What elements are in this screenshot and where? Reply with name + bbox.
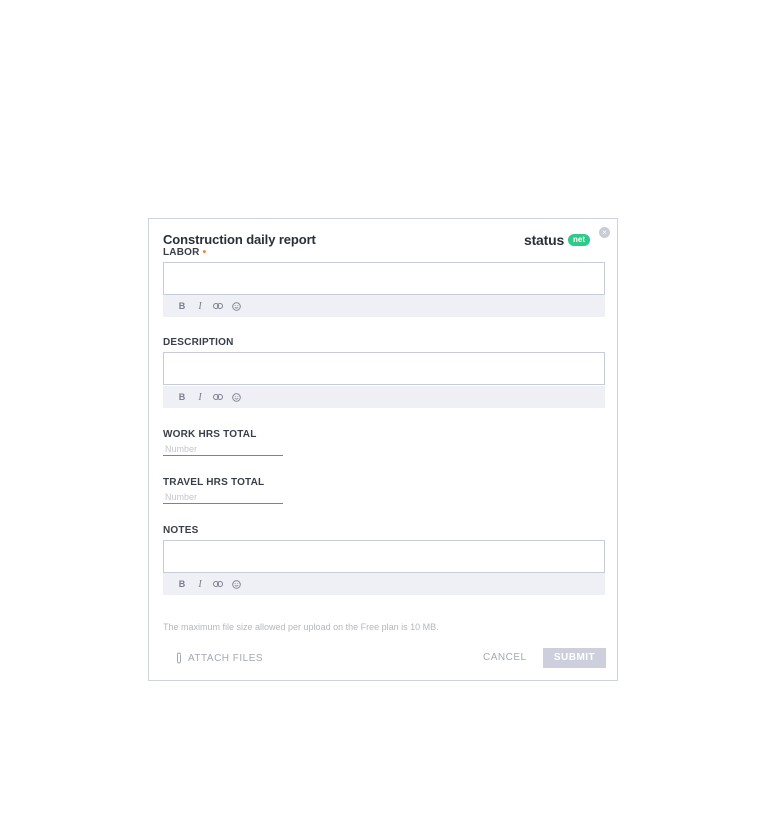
brand-logo: status net [524,231,591,249]
daily-report-form: Construction daily report status net × L… [148,218,618,681]
work-hrs-input[interactable] [163,442,283,456]
description-label: DESCRIPTION [163,337,234,348]
bold-button[interactable]: B [175,299,189,313]
description-editor[interactable] [163,352,605,385]
emoji-icon[interactable] [229,577,243,591]
paperclip-icon [177,652,181,664]
link-icon[interactable] [211,577,225,591]
link-icon[interactable] [211,299,225,313]
notes-editor[interactable] [163,540,605,573]
form-title: Construction daily report [163,232,316,247]
description-toolbar: B I [163,386,605,408]
brand-pill: net [568,234,591,246]
file-size-note: The maximum file size allowed per upload… [163,622,439,632]
emoji-icon[interactable] [229,299,243,313]
labor-label: LABOR • [163,247,207,258]
italic-button[interactable]: I [193,390,207,404]
bold-button[interactable]: B [175,577,189,591]
italic-button[interactable]: I [193,299,207,313]
travel-hrs-input[interactable] [163,490,283,504]
attach-files-label: ATTACH FILES [188,652,264,664]
emoji-icon[interactable] [229,390,243,404]
submit-button[interactable]: SUBMIT [543,648,606,668]
attach-files-button[interactable]: ATTACH FILES [175,652,263,664]
travel-hrs-label: TRAVEL HRS TOTAL [163,477,265,488]
cancel-button[interactable]: CANCEL [483,652,527,663]
italic-button[interactable]: I [193,577,207,591]
brand-word: status [524,232,565,248]
bold-button[interactable]: B [175,390,189,404]
notes-label: NOTES [163,525,199,536]
labor-editor[interactable] [163,262,605,295]
labor-toolbar: B I [163,295,605,317]
notes-toolbar: B I [163,573,605,595]
required-mark: • [202,247,207,258]
link-icon[interactable] [211,390,225,404]
work-hrs-label: WORK HRS TOTAL [163,429,257,440]
close-button[interactable]: × [599,227,610,238]
